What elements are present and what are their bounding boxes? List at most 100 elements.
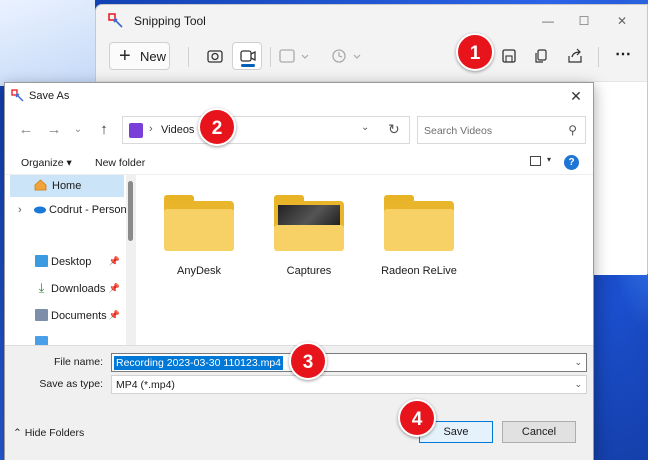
address-dropdown-icon[interactable]: ⌄ xyxy=(361,122,369,133)
sidebar-item-onedrive[interactable]: › Codrut - Personal xyxy=(5,199,135,221)
sidebar-item-downloads[interactable]: ⤓ Downloads 📌 xyxy=(5,278,124,300)
sidebar-scrollbar[interactable] xyxy=(126,175,136,345)
search-placeholder: Search Videos xyxy=(424,125,493,137)
file-name-label: File name: xyxy=(53,356,103,368)
save-disk-icon xyxy=(502,49,516,63)
step-badge-1: 1 xyxy=(456,33,494,71)
new-folder-button[interactable]: New folder xyxy=(95,157,145,169)
folder-name: Radeon ReLive xyxy=(381,265,457,277)
address-bar[interactable]: › Videos ⌄ ↻ xyxy=(122,116,410,144)
file-list: AnyDesk Captures Radeon ReLive xyxy=(136,175,593,345)
onedrive-cloud-icon xyxy=(34,206,46,214)
sidebar-item-label: Desktop xyxy=(51,256,92,268)
step-badge-4: 4 xyxy=(398,399,436,437)
pin-icon: 📌 xyxy=(108,256,120,266)
dialog-titlebar: Save As ✕ xyxy=(5,83,593,109)
hide-folders-button[interactable]: ⌃ Hide Folders xyxy=(13,427,84,439)
clock-icon xyxy=(332,49,361,63)
organize-menu[interactable]: Organize ▾ xyxy=(21,157,72,169)
camera-icon xyxy=(207,50,223,63)
share-button[interactable] xyxy=(560,42,590,70)
breadcrumb-chevron-icon: › xyxy=(149,123,153,135)
pin-icon: 📌 xyxy=(108,283,120,293)
divider xyxy=(188,47,189,67)
new-snip-button[interactable]: + New xyxy=(109,42,170,70)
save-as-type-value: MP4 (*.mp4) xyxy=(116,379,175,391)
window-title: Snipping Tool xyxy=(134,14,206,28)
copy-button[interactable] xyxy=(526,42,556,70)
navigation-pane: Home › Codrut - Personal Desktop 📌 ⤓ Dow… xyxy=(5,175,136,345)
maximize-button[interactable]: ☐ xyxy=(572,11,596,31)
save-as-dialog: Save As ✕ ← → ⌄ ↑ › Videos ⌄ ↻ Search Vi… xyxy=(4,82,594,460)
forward-arrow-icon[interactable]: → xyxy=(43,119,65,141)
dialog-title: Save As xyxy=(29,90,70,102)
chevron-down-icon[interactable]: ⌄ xyxy=(574,357,582,368)
search-box[interactable]: Search Videos ⚲ xyxy=(417,116,586,144)
navigation-bar: ← → ⌄ ↑ › Videos ⌄ ↻ Search Videos ⚲ xyxy=(5,113,593,147)
search-icon: ⚲ xyxy=(568,123,577,137)
step-badge-2: 2 xyxy=(198,108,236,146)
back-arrow-icon[interactable]: ← xyxy=(15,119,37,141)
folder-name: Captures xyxy=(286,265,332,277)
sidebar-item-label: Home xyxy=(52,180,82,192)
step-badge-3: 3 xyxy=(289,342,327,380)
plus-icon: + xyxy=(119,45,131,67)
recent-locations-chevron-icon[interactable]: ⌄ xyxy=(67,119,89,141)
sidebar-item-documents[interactable]: Documents 📌 xyxy=(5,305,124,327)
folder-icon xyxy=(164,195,234,251)
rectangle-snip-icon xyxy=(279,49,309,63)
selected-indicator xyxy=(241,64,255,67)
pin-icon: 📌 xyxy=(108,310,120,320)
view-options-icon[interactable] xyxy=(530,156,541,166)
snipping-tool-app-icon xyxy=(11,89,24,102)
sidebar-item-label: Codrut - Personal xyxy=(49,204,136,216)
documents-icon xyxy=(35,309,48,321)
scrollbar-thumb[interactable] xyxy=(128,181,133,241)
dialog-footer: ⌃ Hide Folders Save Cancel xyxy=(5,399,593,460)
divider xyxy=(270,47,271,67)
chevron-down-icon: ⌄ xyxy=(574,379,582,389)
divider xyxy=(598,47,599,67)
folder-item-anydesk[interactable]: AnyDesk xyxy=(154,189,244,289)
file-name-value: Recording 2023-03-30 110123.mp4 xyxy=(114,356,284,370)
folder-item-radeon-relive[interactable]: Radeon ReLive xyxy=(374,189,464,289)
background-window xyxy=(0,0,95,86)
minimize-button[interactable]: — xyxy=(536,11,560,31)
copy-icon xyxy=(535,49,547,63)
sidebar-item-partial[interactable] xyxy=(5,332,124,345)
video-mode-button[interactable] xyxy=(232,42,262,70)
home-icon xyxy=(34,179,47,191)
more-options-button[interactable]: ⋯ xyxy=(608,42,638,70)
save-as-type-select[interactable]: MP4 (*.mp4) ⌄ xyxy=(111,375,587,394)
sidebar-item-label: Documents xyxy=(51,310,107,322)
screenshot-mode-button[interactable] xyxy=(200,42,230,70)
folder-item-captures[interactable]: Captures xyxy=(264,189,354,289)
file-name-input[interactable]: Recording 2023-03-30 110123.mp4 ⌄ xyxy=(111,353,587,372)
snip-toolbar: + New ⋯ xyxy=(96,39,647,75)
expand-chevron-icon[interactable]: › xyxy=(18,204,22,216)
share-icon xyxy=(568,48,582,63)
snip-shape-dropdown[interactable] xyxy=(276,42,316,70)
command-bar: Organize ▾ New folder ▾ ? xyxy=(5,151,593,175)
breadcrumb-path[interactable]: Videos xyxy=(161,124,194,136)
save-as-type-label: Save as type: xyxy=(39,378,103,390)
up-arrow-icon[interactable]: ↑ xyxy=(93,119,115,141)
folder-with-thumbnail-icon xyxy=(274,195,344,251)
delay-dropdown[interactable] xyxy=(328,42,368,70)
dialog-close-button[interactable]: ✕ xyxy=(565,86,587,106)
snipping-tool-app-icon xyxy=(108,13,123,28)
folder-name: AnyDesk xyxy=(176,265,222,277)
view-dropdown-icon[interactable]: ▾ xyxy=(547,155,551,164)
close-button[interactable]: ✕ xyxy=(610,11,634,31)
cancel-button[interactable]: Cancel xyxy=(502,421,576,443)
folder-icon xyxy=(384,195,454,251)
pictures-icon xyxy=(35,336,48,345)
sidebar-item-desktop[interactable]: Desktop 📌 xyxy=(5,251,124,273)
refresh-icon[interactable]: ↻ xyxy=(388,121,400,138)
save-snip-button[interactable] xyxy=(494,42,524,70)
sidebar-item-home[interactable]: Home xyxy=(10,175,124,197)
videos-folder-icon xyxy=(129,123,143,138)
new-button-label: New xyxy=(140,49,167,64)
help-icon[interactable]: ? xyxy=(564,155,579,170)
download-arrow-icon: ⤓ xyxy=(38,280,45,295)
